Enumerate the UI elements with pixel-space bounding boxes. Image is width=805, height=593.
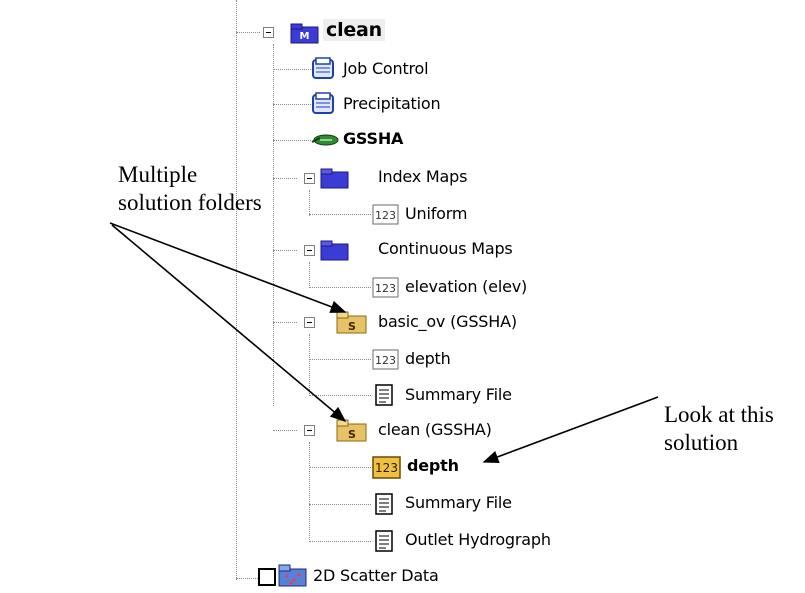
annotation-arrows (109, 222, 659, 463)
arrow-to-basic-ov (109, 222, 347, 313)
arrow-to-clean-gssha (111, 224, 347, 423)
arrow-to-depth (482, 396, 659, 463)
